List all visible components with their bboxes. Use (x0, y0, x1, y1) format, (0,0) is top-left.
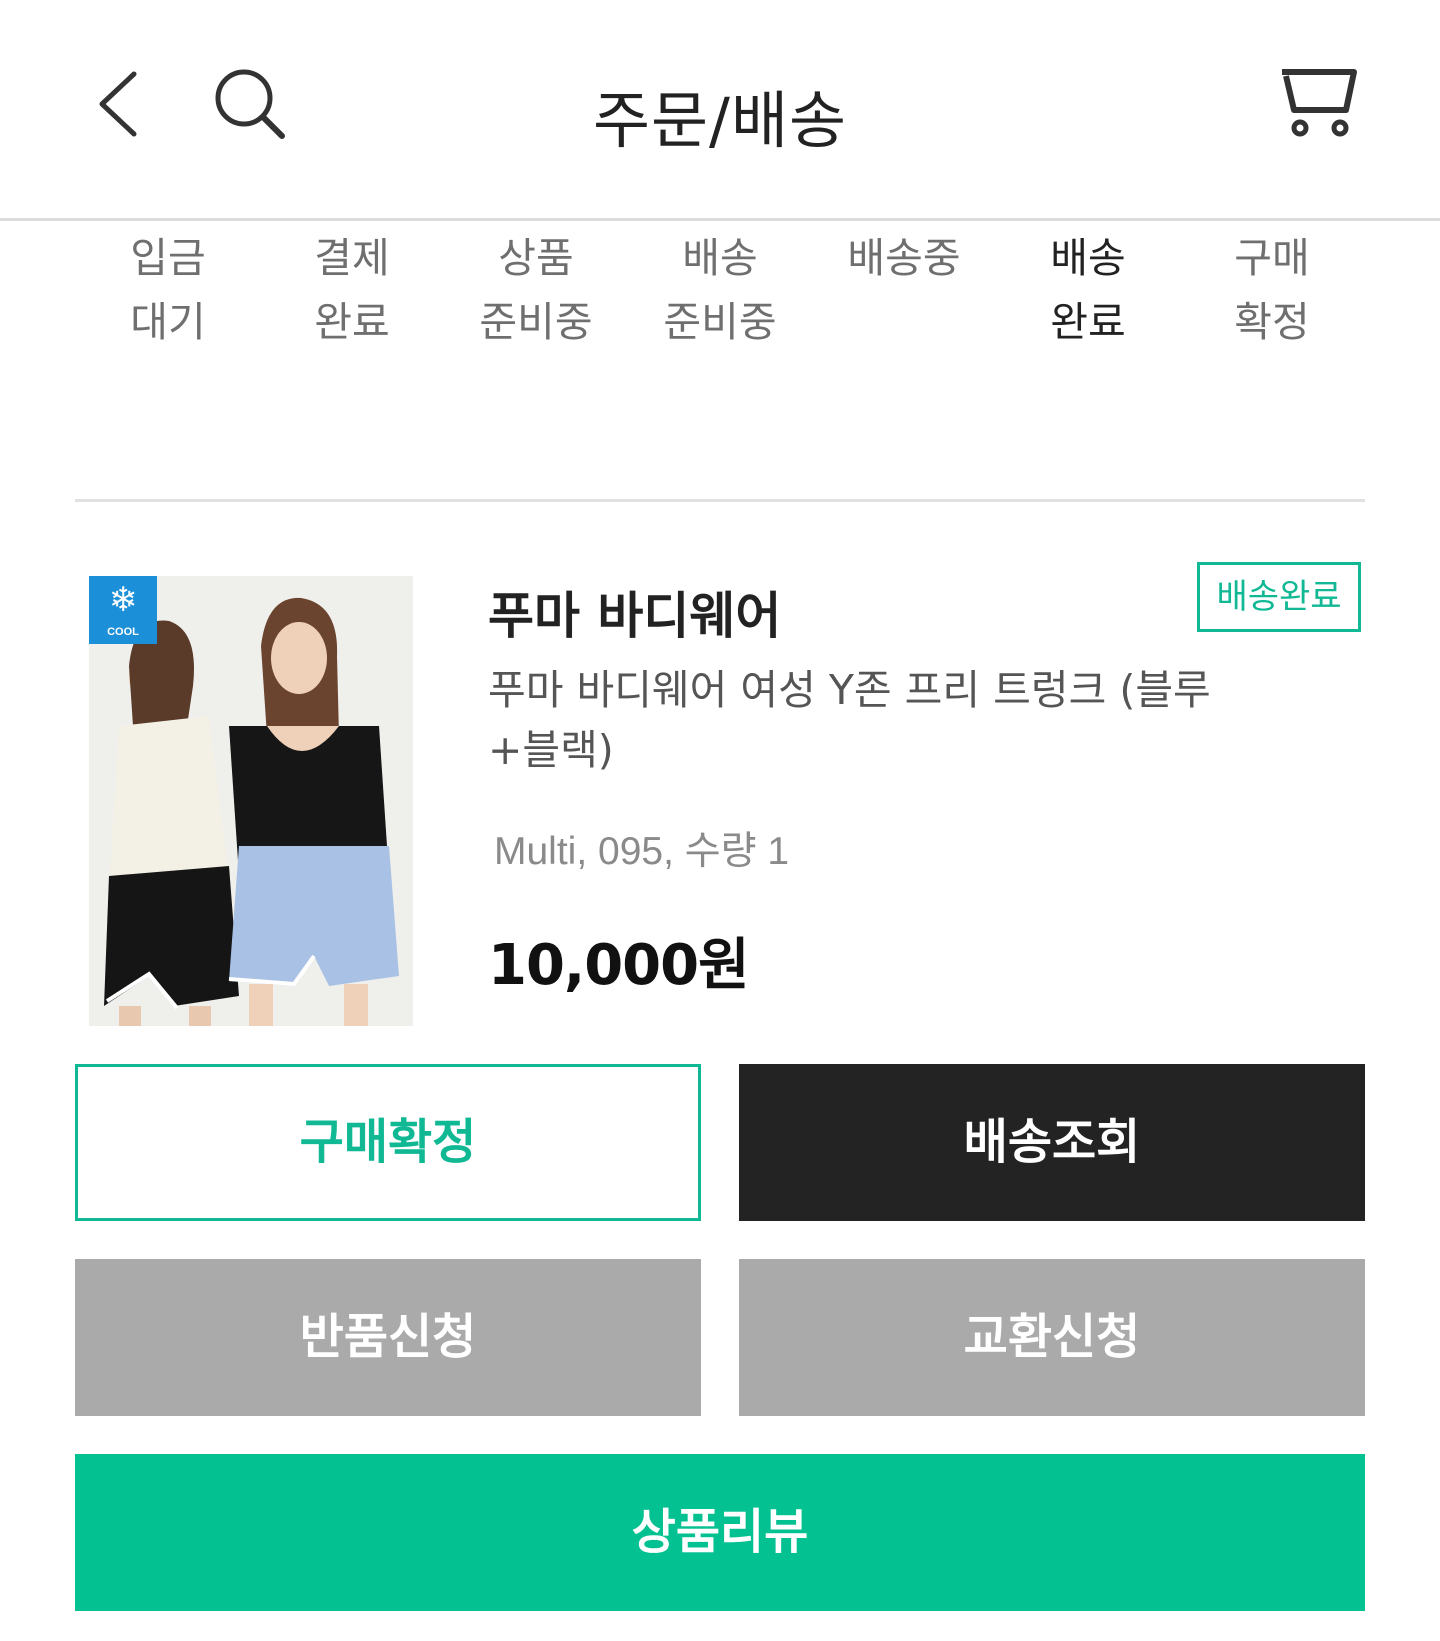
write-review-button[interactable]: 상품리뷰 (75, 1454, 1365, 1611)
status-tab-label: 준비중 (479, 298, 593, 346)
section-divider (75, 499, 1365, 502)
status-tab-preparing-product[interactable]: 상품 준비중 (444, 226, 628, 354)
order-status-tabs: 입금 대기 결제 완료 상품 준비중 배송 준비중 배송중 배송 완료 구매 확… (76, 226, 1366, 356)
page-title: 주문/배송 (592, 84, 848, 157)
status-tab-label: 배송 (682, 234, 758, 282)
cool-badge-label: COOL (107, 626, 139, 638)
request-return-button[interactable]: 반품신청 (75, 1259, 701, 1416)
product-image[interactable]: ❄ COOL (89, 576, 413, 1026)
cart-icon[interactable] (1280, 66, 1362, 140)
status-tab-delivered[interactable]: 배송 완료 (996, 226, 1180, 354)
status-tab-label: 완료 (1050, 298, 1126, 346)
track-delivery-button[interactable]: 배송조회 (739, 1064, 1365, 1221)
status-tab-label: 확정 (1234, 298, 1310, 346)
status-tab-label: 대기 (130, 298, 206, 346)
status-tab-label: 구매 (1234, 234, 1310, 282)
status-tab-label: 준비중 (663, 298, 777, 346)
status-tab-in-transit[interactable]: 배송중 (812, 226, 996, 290)
status-tab-label: 상품 (498, 234, 574, 282)
status-tab-label: 결제 (314, 234, 390, 282)
status-tab-label: 배송 (1050, 234, 1126, 282)
status-tab-label: 완료 (314, 298, 390, 346)
header-divider (0, 218, 1440, 221)
status-tab-awaiting-deposit[interactable]: 입금 대기 (76, 226, 260, 354)
status-tab-label: 배송중 (847, 234, 961, 282)
status-tab-preparing-shipment[interactable]: 배송 준비중 (628, 226, 812, 354)
top-app-bar: 주문/배송 (0, 0, 1440, 220)
product-name[interactable]: 푸마 바디웨어 여성 Y존 프리 트렁크 (블루+블랙) (488, 660, 1278, 780)
status-tab-label: 입금 (130, 234, 206, 282)
status-tab-purchase-confirmed[interactable]: 구매 확정 (1180, 226, 1364, 354)
product-price: 10,000원 (488, 933, 750, 998)
request-exchange-button[interactable]: 교환신청 (739, 1259, 1365, 1416)
status-tab-payment-complete[interactable]: 결제 완료 (260, 226, 444, 354)
cool-badge: ❄ COOL (89, 576, 157, 644)
brand-name[interactable]: 푸마 바디웨어 (488, 576, 781, 648)
product-option: Multi, 095, 수량 1 (494, 830, 790, 873)
snowflake-icon: ❄ (108, 580, 138, 620)
confirm-purchase-button[interactable]: 구매확정 (75, 1064, 701, 1221)
delivery-status-badge: 배송완료 (1197, 562, 1361, 632)
